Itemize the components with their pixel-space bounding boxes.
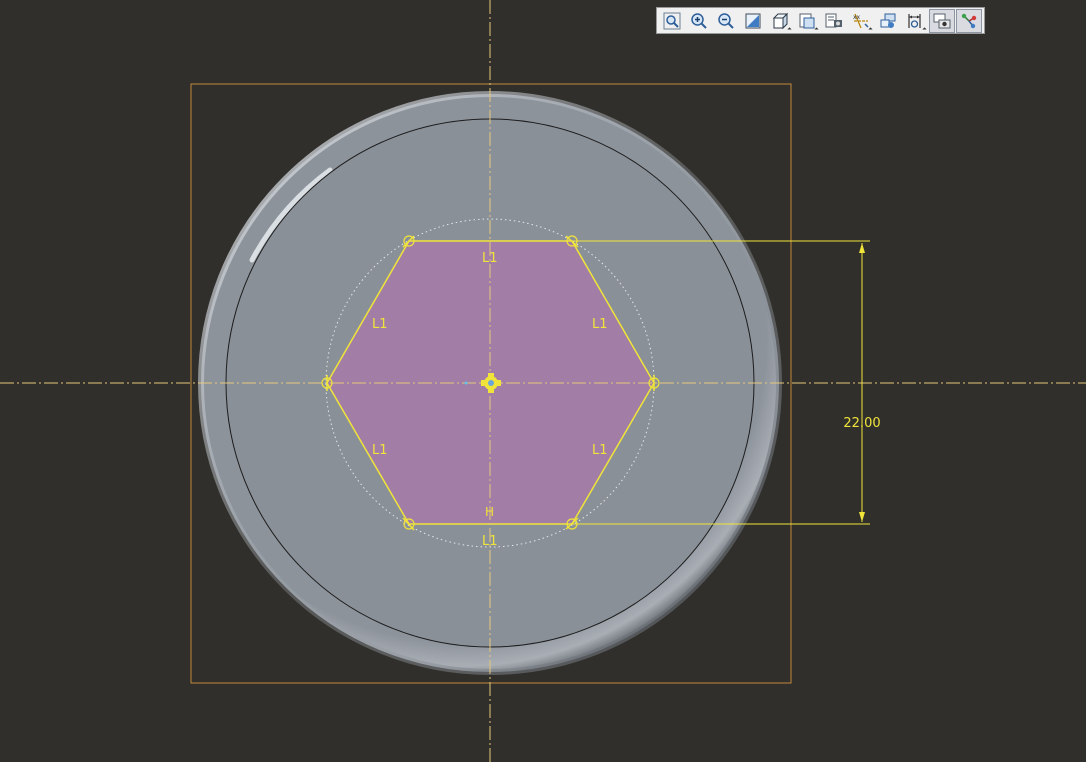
view-manager-button[interactable]	[821, 9, 847, 33]
repaint-icon	[745, 13, 761, 28]
repaint-button[interactable]	[740, 9, 766, 33]
display-style-button[interactable]	[767, 9, 793, 33]
zoom-out-icon	[718, 12, 734, 29]
zoom-in-button[interactable]	[686, 9, 712, 33]
dimension-arrow-bottom	[859, 512, 865, 522]
sketch-view-button[interactable]	[929, 8, 955, 33]
constraint-label-bottom: L1	[482, 534, 498, 549]
saved-orientations-button[interactable]	[794, 9, 820, 33]
dimension-arrow-top	[859, 243, 865, 253]
constraint-label-top: L1	[482, 251, 498, 266]
display-style-icon	[772, 12, 789, 29]
graphics-window[interactable]: 22.00 L1 L1 L1 L1 L1 L1 H xx	[0, 0, 1086, 762]
annotation-display-button[interactable]	[875, 9, 901, 33]
spin-center-button[interactable]	[956, 8, 982, 33]
sketcher-display-icon	[908, 13, 921, 28]
view-manager-icon	[825, 13, 842, 27]
datum-display-icon: xx	[853, 13, 869, 28]
sketch-view-icon	[933, 13, 951, 28]
refit-icon	[663, 12, 681, 29]
constraint-label-lower-right: L1	[592, 443, 608, 458]
constraint-label-lower-left: L1	[372, 443, 388, 458]
zoom-in-icon	[691, 12, 707, 29]
annotation-display-icon	[880, 13, 896, 28]
dimension-value[interactable]: 22.00	[843, 416, 880, 431]
snap-point	[464, 381, 468, 385]
constraint-label-upper-right: L1	[592, 317, 608, 332]
zoom-out-button[interactable]	[713, 9, 739, 33]
horizontal-constraint-label: H	[485, 505, 494, 519]
sketcher-display-button[interactable]	[902, 9, 928, 33]
model-canvas[interactable]: 22.00 L1 L1 L1 L1 L1 L1 H	[0, 0, 1086, 762]
spin-center-icon	[961, 13, 977, 28]
refit-button[interactable]	[659, 9, 685, 33]
svg-text:xx: xx	[853, 14, 861, 21]
datum-display-button[interactable]: xx	[848, 9, 874, 33]
graphics-toolbar: xx	[656, 7, 985, 34]
constraint-label-upper-left: L1	[372, 317, 388, 332]
saved-orientations-icon	[799, 13, 815, 28]
